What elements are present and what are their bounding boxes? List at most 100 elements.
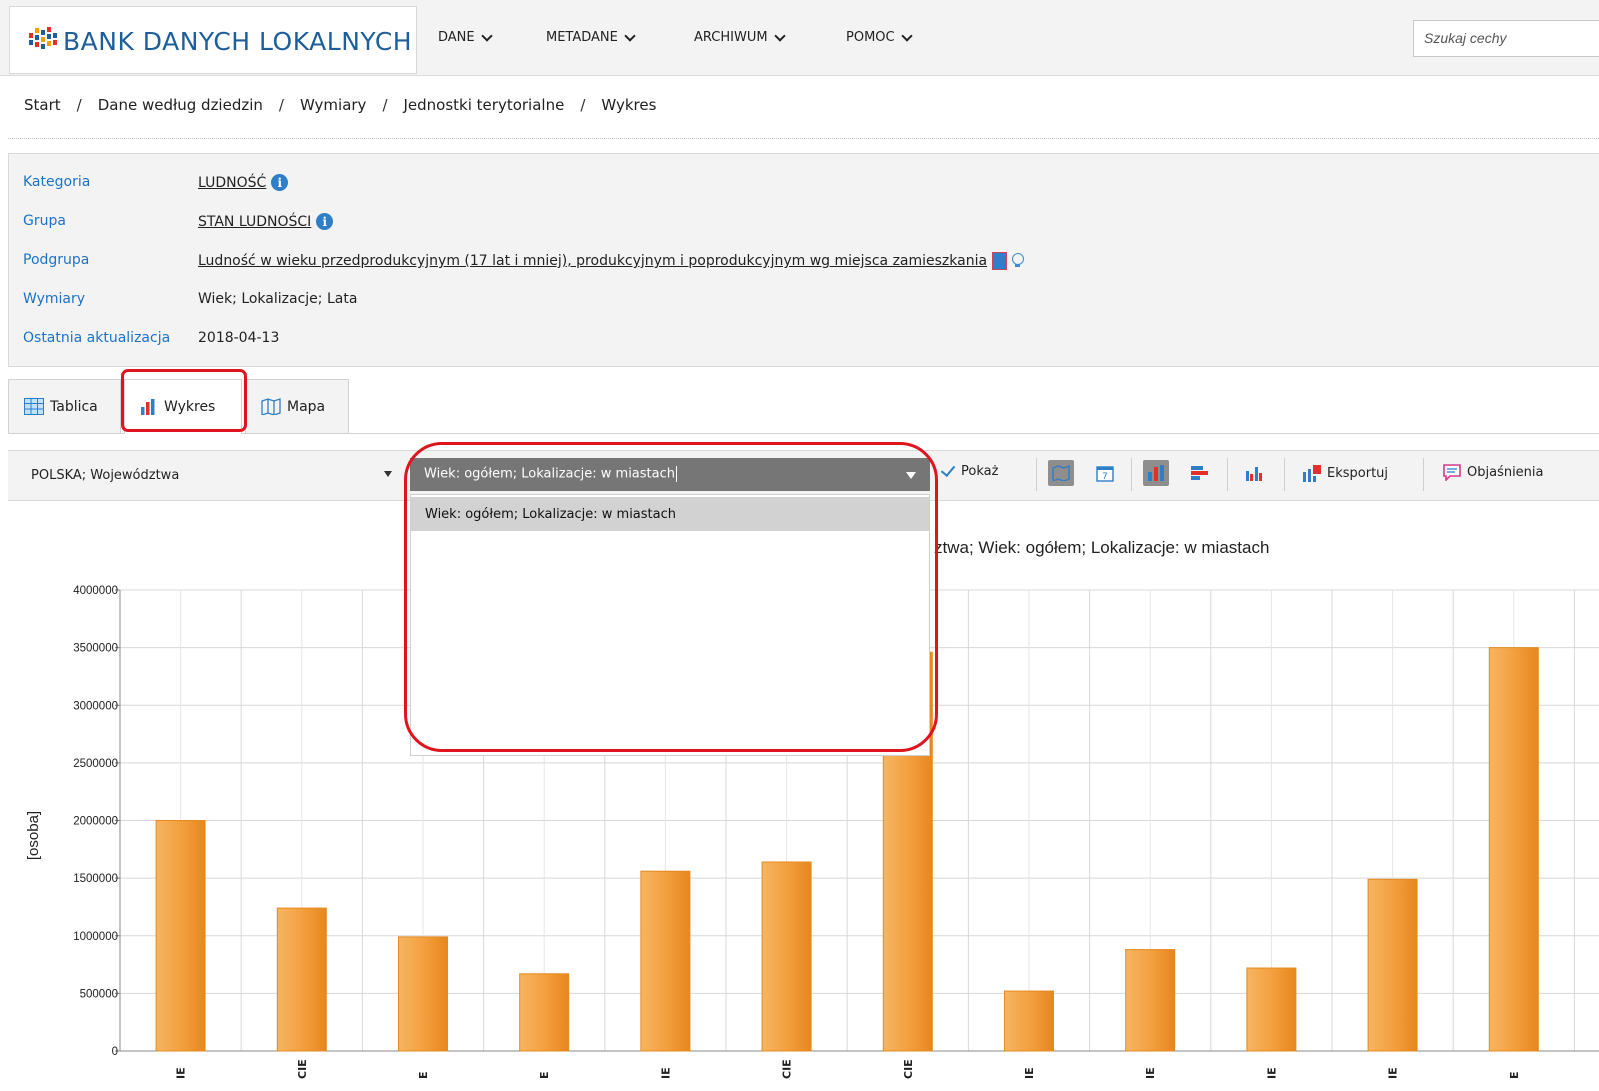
- breadcrumb-separator: /: [580, 96, 586, 114]
- breadcrumb-start[interactable]: Start: [24, 96, 61, 114]
- svg-text:7: 7: [1102, 472, 1108, 482]
- caret-down-icon[interactable]: [384, 471, 392, 477]
- calendar-icon[interactable]: 7: [1092, 460, 1118, 486]
- meta-kategoria-label: Kategoria: [23, 174, 91, 190]
- logo[interactable]: BANK DANYCH LOKALNYCH: [9, 6, 417, 74]
- bar: [761, 861, 812, 1052]
- y-tick-label: 1000000: [73, 931, 118, 943]
- meta-grupa-value[interactable]: STAN LUDNOŚCI: [198, 214, 311, 230]
- meta-aktualizacja-label: Ostatnia aktualizacja: [23, 330, 171, 346]
- meta-kategoria-value[interactable]: LUDNOŚĆ: [198, 175, 266, 191]
- nav-dane-label: DANE: [438, 30, 475, 45]
- nav-metadane-label: METADANE: [546, 30, 618, 45]
- map-view-icon[interactable]: [1048, 460, 1074, 486]
- x-tick-label: IE: [175, 1067, 188, 1079]
- breadcrumb: Start / Dane według dziedzin / Wymiary / Jedno…: [24, 96, 656, 114]
- meta-wymiary: Wymiary Wiek; Lokalizacje; Lata: [23, 291, 357, 307]
- bar: [519, 973, 570, 1052]
- search-input[interactable]: [1414, 21, 1599, 54]
- vertical-bar-chart-icon[interactable]: [1143, 460, 1169, 486]
- meta-wymiary-value: Wiek; Lokalizacje; Lata: [198, 291, 358, 307]
- meta-aktualizacja: Ostatnia aktualizacja 2018-04-13: [23, 330, 279, 346]
- x-tick-label: IE: [1144, 1067, 1157, 1079]
- chevron-down-icon: [480, 29, 493, 42]
- bar: [398, 936, 448, 1052]
- meta-podgrupa: Podgrupa Ludność w wieku przedprodukcyjn…: [23, 252, 1025, 270]
- logo-text: BANK DANYCH LOKALNYCH: [63, 27, 413, 56]
- speech-bubble-icon: [1443, 464, 1461, 481]
- toolbar-separator: [1423, 458, 1424, 491]
- meta-wymiary-label: Wymiary: [23, 291, 86, 307]
- territory-select[interactable]: POLSKA; Województwa: [31, 468, 179, 483]
- bar: [640, 870, 691, 1052]
- grouped-bar-chart-icon[interactable]: [1241, 460, 1267, 486]
- breadcrumb-jednostki[interactable]: Jednostki terytorialne: [404, 96, 565, 114]
- x-tick-label: IE: [1265, 1067, 1278, 1079]
- y-tick-label: 1500000: [73, 873, 118, 885]
- horizontal-bar-chart-icon[interactable]: [1187, 460, 1213, 486]
- y-tick-label: 2000000: [73, 816, 118, 828]
- search-box: [1413, 20, 1599, 57]
- meta-kategoria: Kategoria LUDNOŚĆ i: [23, 174, 289, 191]
- breadcrumb-wykres: Wykres: [601, 96, 657, 114]
- meta-aktualizacja-value: 2018-04-13: [198, 330, 280, 346]
- x-tick-label: E: [538, 1071, 551, 1079]
- metadata-panel: Kategoria LUDNOŚĆ i Grupa STAN LUDNOŚCI i …: [8, 153, 1599, 367]
- info-icon[interactable]: i: [316, 213, 334, 230]
- toolbar-separator: [1227, 458, 1228, 491]
- x-tick-label: IE: [1023, 1067, 1036, 1079]
- export-icon: [1303, 465, 1321, 482]
- book-icon[interactable]: [992, 252, 1008, 270]
- highlight-dropdown: [404, 442, 938, 752]
- bar: [1125, 949, 1176, 1052]
- export-button-label: Eksportuj: [1327, 465, 1389, 481]
- bar: [1246, 967, 1297, 1052]
- chart-title-text: ztwa; Wiek: ogółem; Lokalizacje: w miast…: [934, 538, 1270, 557]
- show-button[interactable]: Pokaż: [940, 461, 999, 479]
- meta-podgrupa-label: Podgrupa: [23, 252, 90, 268]
- tab-tablica[interactable]: Tablica: [8, 379, 121, 433]
- breadcrumb-separator: /: [278, 96, 284, 114]
- y-tick-label: 0: [112, 1046, 118, 1058]
- breadcrumb-separator: /: [382, 96, 388, 114]
- nav-archiwum[interactable]: ARCHIWUM: [694, 29, 786, 45]
- bar: [155, 820, 206, 1052]
- logo-grid-icon: [29, 27, 57, 49]
- info-icon[interactable]: i: [271, 174, 289, 191]
- y-axis-label: [osoba]: [25, 811, 42, 860]
- y-tick-label: 3000000: [73, 700, 118, 712]
- y-tick-label: 4000000: [73, 585, 118, 597]
- explanations-button[interactable]: Objaśnienia: [1442, 464, 1544, 481]
- meta-podgrupa-value-wrap: Ludność w wieku przedprodukcyjnym (17 la…: [198, 252, 1025, 270]
- meta-podgrupa-value[interactable]: Ludność w wieku przedprodukcyjnym (17 la…: [198, 253, 987, 269]
- bar: [276, 907, 327, 1052]
- x-tick-label: CIE: [296, 1059, 309, 1079]
- top-header: BANK DANYCH LOKALNYCH DANE METADANE ARCH…: [0, 0, 1599, 76]
- bar: [1488, 647, 1539, 1052]
- bar: [1367, 878, 1418, 1052]
- divider: [8, 138, 1599, 139]
- lightbulb-icon[interactable]: [1012, 253, 1025, 267]
- y-tick-label: 500000: [80, 988, 118, 1000]
- table-icon: [24, 398, 44, 415]
- y-tick-label: 2500000: [73, 758, 118, 770]
- nav-metadane[interactable]: METADANE: [546, 29, 636, 45]
- highlight-wykres-tab: [121, 369, 247, 432]
- show-button-label: Pokaż: [961, 464, 999, 479]
- nav-pomoc[interactable]: POMOC: [846, 29, 913, 45]
- chevron-down-icon: [900, 29, 913, 42]
- nav-archiwum-label: ARCHIWUM: [694, 30, 768, 45]
- tab-mapa[interactable]: Mapa: [245, 379, 349, 433]
- meta-kategoria-value-wrap: LUDNOŚĆ i: [198, 174, 289, 191]
- tab-tablica-label: Tablica: [50, 398, 98, 415]
- tab-mapa-label: Mapa: [287, 398, 326, 415]
- x-tick-label: E: [417, 1071, 430, 1079]
- export-button[interactable]: Eksportuj: [1302, 464, 1388, 482]
- nav-dane[interactable]: DANE: [438, 29, 493, 45]
- x-tick-label: CIE: [781, 1059, 794, 1079]
- x-tick-label: CIE: [902, 1059, 915, 1079]
- toolbar-separator: [1036, 458, 1037, 491]
- chevron-down-icon: [773, 29, 786, 42]
- breadcrumb-wymiary[interactable]: Wymiary: [300, 96, 366, 114]
- breadcrumb-dziedziny[interactable]: Dane według dziedzin: [98, 96, 263, 114]
